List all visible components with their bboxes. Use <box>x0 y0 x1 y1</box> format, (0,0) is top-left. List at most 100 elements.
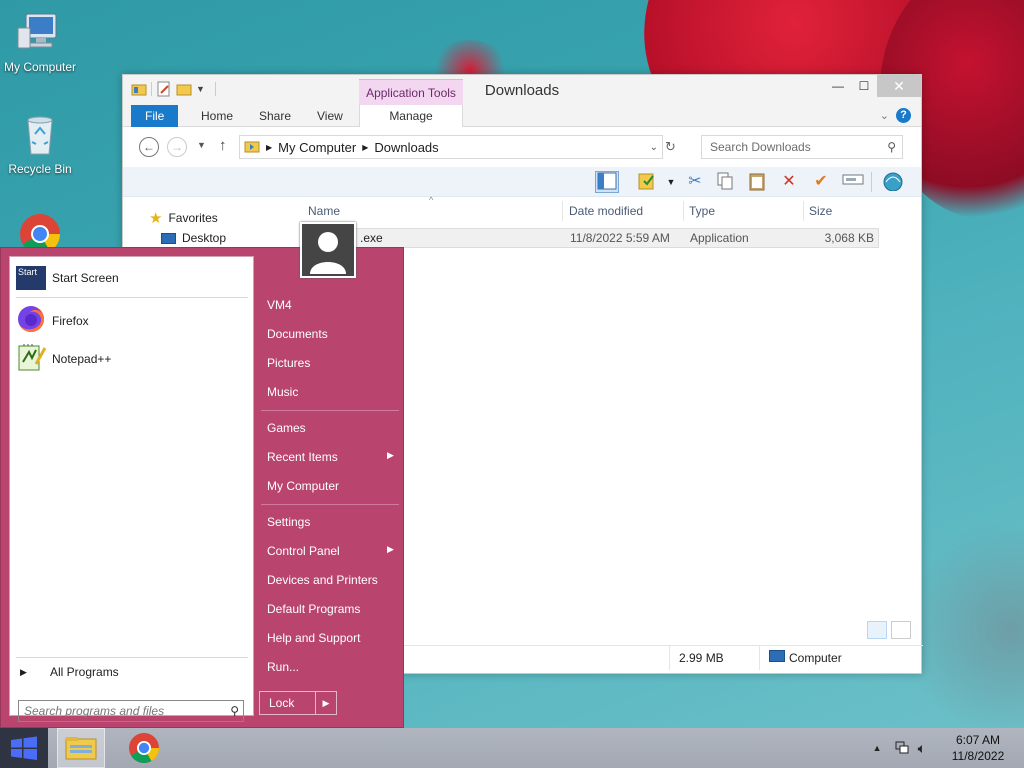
tab-file[interactable]: File <box>131 105 179 127</box>
search-placeholder: Search Downloads <box>710 140 811 154</box>
rename-icon[interactable] <box>841 171 865 193</box>
link-devices-printers[interactable]: Devices and Printers <box>267 573 378 587</box>
separator <box>16 297 248 298</box>
clock-date: 11/8/2022 <box>951 749 1005 763</box>
volume-icon[interactable]: 🔈︎ <box>918 740 926 757</box>
start-screen-item[interactable]: Start Start Screen <box>16 266 119 290</box>
network-icon[interactable] <box>894 739 910 758</box>
file-type: Application <box>690 231 749 245</box>
up-button[interactable]: ↑ <box>219 137 227 154</box>
column-header-type[interactable]: Type <box>684 201 804 221</box>
recent-locations-icon[interactable]: ▼ <box>197 140 206 150</box>
delete-icon[interactable]: ✕ <box>777 171 801 193</box>
taskbar-chrome-button[interactable] <box>120 728 168 768</box>
taskbar-explorer-button[interactable] <box>57 728 105 768</box>
windows-logo-icon <box>11 736 37 760</box>
tab-share[interactable]: Share <box>245 105 305 127</box>
paste-icon[interactable] <box>745 171 769 193</box>
notepadpp-item[interactable]: Notepad++ <box>16 342 111 375</box>
link-help-support[interactable]: Help and Support <box>267 631 360 645</box>
search-input[interactable]: Search Downloads ⚲ <box>701 135 903 159</box>
item-label: Notepad++ <box>52 351 112 366</box>
file-name: .exe <box>360 231 383 245</box>
minimize-button[interactable]: — <box>825 75 851 97</box>
large-icons-view-button[interactable] <box>891 621 911 639</box>
computer-icon <box>16 8 64 56</box>
link-default-programs[interactable]: Default Programs <box>267 602 360 616</box>
view-buttons <box>867 621 911 639</box>
link-recent-items[interactable]: Recent Items ▶ <box>267 450 397 464</box>
table-row[interactable]: .exe 11/8/2022 5:59 AM Application 3,068… <box>303 228 879 248</box>
properties-icon[interactable] <box>635 171 659 193</box>
desktop-icon-label: My Computer <box>3 60 77 74</box>
column-header-size[interactable]: Size <box>804 201 882 221</box>
breadcrumb-downloads[interactable]: Downloads <box>374 140 438 155</box>
desktop-icon-my-computer[interactable]: My Computer <box>0 8 82 74</box>
lock-button[interactable]: Lock ▶ <box>259 691 337 715</box>
show-hidden-icons-icon[interactable]: ▲ <box>873 743 882 753</box>
firefox-item[interactable]: Firefox <box>16 304 89 337</box>
tab-home[interactable]: Home <box>187 105 247 127</box>
tab-manage[interactable]: Manage <box>359 105 463 127</box>
shell-icon[interactable] <box>881 171 905 193</box>
chevron-down-icon[interactable]: ⌄ <box>650 142 658 153</box>
breadcrumb-separator-icon: ▶ <box>266 142 273 152</box>
start-search-input[interactable]: Search programs and files ⚲ <box>18 700 244 722</box>
column-header-name[interactable]: Name <box>303 201 563 221</box>
link-games[interactable]: Games <box>267 421 306 435</box>
taskbar: ▲ 🔈︎ 6:07 AM 11/8/2022 <box>0 728 1024 768</box>
back-button[interactable]: ← <box>139 137 159 157</box>
link-user[interactable]: VM4 <box>267 298 292 312</box>
user-avatar[interactable] <box>300 222 356 278</box>
link-my-computer[interactable]: My Computer <box>267 479 339 493</box>
triangle-right-icon: ▶ <box>20 666 27 677</box>
link-pictures[interactable]: Pictures <box>267 356 310 370</box>
triangle-right-icon: ▶ <box>387 544 394 554</box>
address-bar[interactable]: ▶ My Computer ▶ Downloads ⌄ <box>239 135 663 159</box>
recycle-bin-icon <box>16 110 64 158</box>
chrome-icon <box>129 733 159 764</box>
refresh-icon[interactable]: ↻ <box>665 139 676 155</box>
system-tray: ▲ 🔈︎ 6:07 AM 11/8/2022 <box>873 728 1024 768</box>
breadcrumb-my-computer[interactable]: My Computer <box>278 140 356 155</box>
link-run[interactable]: Run... <box>267 660 299 674</box>
link-music[interactable]: Music <box>267 385 298 399</box>
check-icon[interactable]: ✔ <box>809 171 833 193</box>
maximize-button[interactable]: ☐ <box>851 75 877 97</box>
triangle-right-icon[interactable]: ▶ <box>316 692 336 714</box>
start-menu-links: VM4 Documents Pictures Music Games Recen… <box>259 248 405 729</box>
all-programs-item[interactable]: ▶ All Programs <box>20 665 119 679</box>
link-settings[interactable]: Settings <box>267 515 310 529</box>
clock[interactable]: 6:07 AM 11/8/2022 <box>932 732 1024 764</box>
separator <box>871 172 872 192</box>
link-control-panel[interactable]: Control Panel ▶ <box>267 544 397 558</box>
desktop-icon-recycle-bin[interactable]: Recycle Bin <box>0 110 82 176</box>
ribbon-tabs: File Home Share View Manage ⌄ ? <box>123 105 921 127</box>
nav-item-label: Desktop <box>182 231 227 245</box>
help-icon[interactable]: ? <box>896 108 911 123</box>
forward-button[interactable]: → <box>167 137 187 157</box>
favorites-section[interactable]: ★ Favorites <box>149 209 218 227</box>
tab-view[interactable]: View <box>303 105 357 127</box>
nav-item-desktop[interactable]: Desktop <box>161 231 226 245</box>
item-label: Start Screen <box>52 271 119 285</box>
lock-label: Lock <box>260 692 316 714</box>
start-screen-icon: Start <box>16 266 46 290</box>
chevron-down-icon[interactable]: ▼ <box>659 171 683 193</box>
breadcrumb-separator-icon: ▶ <box>362 142 369 152</box>
details-view-button[interactable] <box>867 621 887 639</box>
item-label: Firefox <box>52 313 89 328</box>
preview-pane-button[interactable] <box>595 171 619 193</box>
separator <box>669 646 670 670</box>
start-button[interactable] <box>0 728 48 768</box>
window-title: Downloads <box>484 82 560 99</box>
computer-icon <box>769 650 785 662</box>
folder-icon <box>244 138 260 157</box>
copy-icon[interactable] <box>713 171 737 193</box>
cut-icon[interactable]: ✂ <box>683 171 707 193</box>
column-header-date[interactable]: Date modified <box>564 201 684 221</box>
link-documents[interactable]: Documents <box>267 327 328 341</box>
start-tile-text: Start <box>18 267 38 277</box>
expand-ribbon-icon[interactable]: ⌄ <box>880 109 889 122</box>
close-button[interactable]: ✕ <box>877 75 921 97</box>
